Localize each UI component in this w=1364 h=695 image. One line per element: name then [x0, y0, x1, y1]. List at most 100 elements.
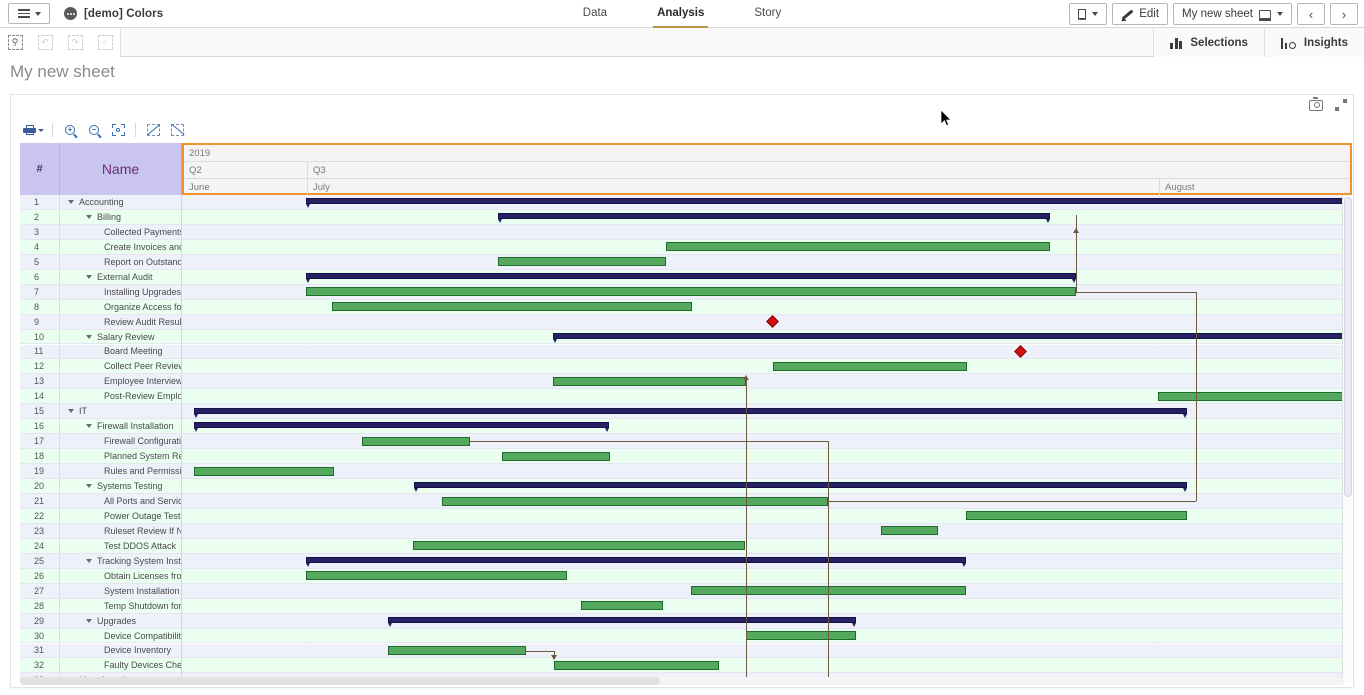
- summary-bar[interactable]: [306, 198, 1352, 209]
- insights-button[interactable]: Insights: [1263, 28, 1364, 57]
- task-row[interactable]: 8 Organize Access for External Auditors: [20, 299, 181, 315]
- fullscreen-icon[interactable]: [1335, 99, 1347, 111]
- expand-all-button[interactable]: [165, 119, 189, 141]
- task-bar[interactable]: [332, 302, 692, 312]
- task-row[interactable]: 10 Salary Review: [20, 329, 181, 345]
- task-row[interactable]: 27 System Installation: [20, 583, 181, 599]
- task-bar[interactable]: [442, 496, 828, 506]
- task-row[interactable]: 12 Collect Peer Review Data: [20, 359, 181, 375]
- task-bar[interactable]: [554, 660, 719, 670]
- column-header-name[interactable]: Name: [60, 143, 181, 195]
- caret-down-icon[interactable]: [86, 334, 92, 339]
- print-button[interactable]: [20, 119, 47, 141]
- task-row[interactable]: 24 Test DDOS Attack: [20, 538, 181, 554]
- task-row[interactable]: 30 Device Compatibility Review: [20, 628, 181, 644]
- task-bar[interactable]: [966, 511, 1187, 521]
- task-row[interactable]: 2 Billing: [20, 209, 181, 225]
- task-row[interactable]: 23 Ruleset Review If Needed: [20, 523, 181, 539]
- tab-data[interactable]: Data: [579, 0, 611, 28]
- caret-down-icon[interactable]: [86, 484, 92, 489]
- timescale-year-2019[interactable]: 2019: [184, 145, 1352, 162]
- task-row[interactable]: 11 Board Meeting: [20, 344, 181, 360]
- task-row[interactable]: 21 All Ports and Services Tested: [20, 494, 181, 509]
- task-bar[interactable]: [498, 257, 666, 267]
- timescale-month-june[interactable]: June: [184, 179, 308, 196]
- task-row[interactable]: 31 Device Inventory: [20, 643, 181, 659]
- task-bar[interactable]: [553, 376, 746, 386]
- summary-bar[interactable]: [306, 272, 1076, 283]
- task-row[interactable]: 28 Temp Shutdown for IT Audit: [20, 598, 181, 614]
- task-row[interactable]: 32 Faulty Devices Check: [20, 658, 181, 674]
- task-bar[interactable]: [194, 466, 334, 476]
- collapse-all-button[interactable]: [141, 119, 165, 141]
- task-row[interactable]: 22 Power Outage Tests: [20, 508, 181, 524]
- step-back-button[interactable]: ↶: [30, 28, 60, 57]
- step-forward-button[interactable]: ↷: [60, 28, 90, 57]
- vertical-scrollbar-thumb[interactable]: [1344, 197, 1352, 497]
- task-row[interactable]: 15 IT: [20, 404, 181, 420]
- task-row[interactable]: 9 Review Audit Results: [20, 314, 181, 330]
- task-bar[interactable]: [502, 451, 610, 461]
- summary-bar[interactable]: [553, 332, 1352, 343]
- previous-sheet-button[interactable]: ‹: [1297, 3, 1325, 25]
- task-row[interactable]: 26 Obtain Licenses from the Vendor: [20, 568, 181, 584]
- vertical-scrollbar[interactable]: [1342, 195, 1352, 682]
- next-sheet-button[interactable]: ›: [1330, 3, 1358, 25]
- summary-bar[interactable]: [306, 557, 966, 567]
- task-row[interactable]: 20 Systems Testing: [20, 479, 181, 494]
- clear-selections-button[interactable]: ○: [90, 28, 120, 57]
- task-bar[interactable]: [881, 526, 938, 536]
- task-bar[interactable]: [306, 287, 1076, 297]
- zoom-to-fit-button[interactable]: [106, 119, 130, 141]
- caret-down-icon[interactable]: [86, 214, 92, 219]
- summary-bar[interactable]: [414, 482, 1187, 493]
- task-bar[interactable]: [413, 541, 745, 551]
- task-bar[interactable]: [581, 601, 663, 611]
- task-row[interactable]: 18 Planned System Restart: [20, 449, 181, 465]
- task-bar[interactable]: [666, 242, 1050, 252]
- selection-search-button[interactable]: ⚲: [0, 28, 30, 57]
- task-bar[interactable]: [773, 361, 967, 371]
- task-bar[interactable]: [1158, 391, 1352, 401]
- sheet-selector-button[interactable]: My new sheet: [1173, 3, 1292, 25]
- task-bar[interactable]: [306, 571, 567, 581]
- task-row[interactable]: 19 Rules and Permissions Audit: [20, 464, 181, 480]
- column-header-number[interactable]: #: [20, 143, 60, 195]
- task-row[interactable]: 14 Post-Review Employee Interviews: [20, 389, 181, 405]
- zoom-in-button[interactable]: +: [58, 119, 82, 141]
- task-bar[interactable]: [388, 646, 526, 655]
- task-row[interactable]: 3 Collected Payments Review: [20, 224, 181, 240]
- timescale-quarter-q2[interactable]: Q2: [184, 162, 308, 179]
- task-row[interactable]: 6 External Audit: [20, 269, 181, 285]
- task-row[interactable]: 25Tracking System Installation: [20, 553, 181, 569]
- task-row[interactable]: 29 Upgrades: [20, 613, 181, 629]
- zoom-out-button[interactable]: −: [82, 119, 106, 141]
- summary-bar[interactable]: [388, 616, 856, 627]
- main-menu-button[interactable]: [8, 3, 50, 24]
- task-row[interactable]: 1 Accounting: [20, 195, 181, 210]
- horizontal-scrollbar-thumb[interactable]: [20, 677, 660, 685]
- snapshot-icon[interactable]: [1309, 97, 1323, 111]
- task-row[interactable]: 13 Employee Interviews: [20, 374, 181, 390]
- caret-down-icon[interactable]: [86, 274, 92, 279]
- task-row[interactable]: 17 Firewall Configuration: [20, 434, 181, 450]
- summary-bar[interactable]: [194, 407, 1187, 418]
- selections-button[interactable]: Selections: [1153, 28, 1264, 57]
- tab-analysis[interactable]: Analysis: [653, 0, 709, 28]
- task-bar[interactable]: [362, 436, 470, 446]
- bookmarks-button[interactable]: [1069, 3, 1108, 25]
- task-row[interactable]: 4 Create Invoices and Send Invoices: [20, 239, 181, 255]
- task-row[interactable]: 7 Installing Upgrades: [20, 284, 181, 300]
- timescale-quarter-q3[interactable]: Q3: [308, 162, 1352, 179]
- task-row[interactable]: 16 Firewall Installation: [20, 419, 181, 435]
- task-row[interactable]: 5 Report on Outstanding Collections: [20, 254, 181, 270]
- timescale-month-july[interactable]: July: [308, 179, 1160, 196]
- summary-bar[interactable]: [498, 213, 1050, 224]
- caret-down-icon[interactable]: [86, 558, 92, 563]
- caret-down-icon[interactable]: [68, 199, 74, 204]
- timescale-month-august[interactable]: August: [1160, 179, 1352, 196]
- edit-button[interactable]: Edit: [1112, 3, 1169, 25]
- caret-down-icon[interactable]: [68, 409, 74, 414]
- tab-story[interactable]: Story: [750, 0, 785, 28]
- caret-down-icon[interactable]: [86, 618, 92, 623]
